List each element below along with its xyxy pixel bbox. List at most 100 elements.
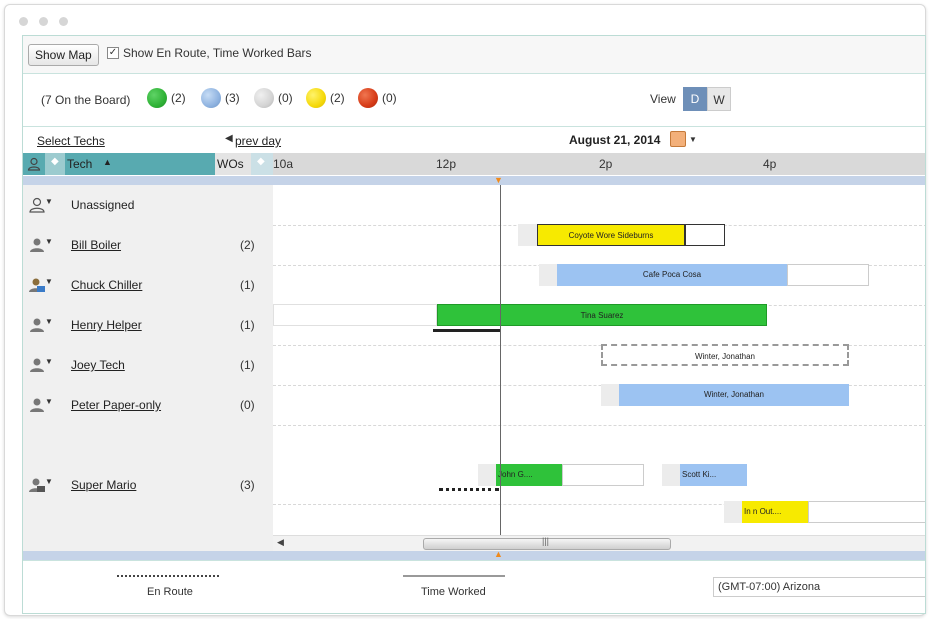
- person-icon: [30, 398, 44, 412]
- job-trail: [787, 264, 869, 286]
- select-techs-link[interactable]: Select Techs: [37, 134, 105, 148]
- wos-header-label: WOs: [217, 157, 244, 171]
- person-icon: [27, 157, 41, 171]
- view-week-button[interactable]: W: [707, 87, 731, 111]
- tech-name-link[interactable]: Peter Paper-only: [71, 398, 161, 412]
- tech-row[interactable]: ▼ Unassigned: [23, 185, 273, 225]
- calendar-icon[interactable]: [670, 131, 686, 147]
- sort-icon: ◆: [51, 156, 59, 167]
- job-bar-john[interactable]: John G....: [496, 464, 562, 486]
- job-stub: [478, 464, 496, 486]
- job-bar-coyote[interactable]: Coyote Wore Sideburns: [537, 224, 685, 246]
- show-bars-label: Show En Route, Time Worked Bars: [123, 46, 312, 60]
- job-bar-cafe[interactable]: Cafe Poca Cosa: [557, 264, 787, 286]
- prev-arrow-icon[interactable]: ◀: [225, 133, 233, 144]
- chevron-down-icon[interactable]: ▼: [45, 357, 53, 366]
- tech-column-header[interactable]: Tech ▲: [65, 153, 215, 175]
- job-trail: [685, 224, 725, 246]
- row-divider: [273, 425, 925, 426]
- close-dot-icon[interactable]: [19, 17, 28, 26]
- chevron-down-icon[interactable]: ▼: [45, 277, 53, 286]
- legend-count: (2): [330, 91, 345, 105]
- chevron-down-icon[interactable]: ▼: [45, 317, 53, 326]
- legend-count: (0): [278, 91, 293, 105]
- gray-status-icon: [254, 88, 274, 108]
- wo-count: (0): [240, 398, 255, 412]
- minimize-dot-icon[interactable]: [39, 17, 48, 26]
- maximize-dot-icon[interactable]: [59, 17, 68, 26]
- tech-row[interactable]: ▼ Peter Paper-only (0): [23, 385, 273, 425]
- tech-row[interactable]: ▼ Super Mario (3): [23, 465, 273, 505]
- legend-green[interactable]: (2): [147, 88, 186, 108]
- time-worked-line-sample: [403, 575, 505, 577]
- app-window: Show Map ✓ Show En Route, Time Worked Ba…: [4, 4, 926, 616]
- wos-column-header[interactable]: WOs: [215, 153, 251, 175]
- time-label: 10a: [273, 157, 294, 171]
- time-worked-bar: [433, 329, 500, 332]
- legend-blue[interactable]: (3): [201, 88, 240, 108]
- scrollbar-thumb[interactable]: |||: [423, 536, 671, 550]
- person-icon: [30, 318, 44, 332]
- tech-row[interactable]: ▼ Joey Tech (1): [23, 345, 273, 385]
- view-label: View: [650, 92, 676, 106]
- legend-red[interactable]: (0): [358, 88, 397, 108]
- tech-header-label: Tech: [67, 157, 93, 171]
- wos-sort-toggle[interactable]: ◆: [251, 153, 273, 175]
- tech-row[interactable]: ▼ Bill Boiler (2): [23, 225, 273, 265]
- tech-list: ▼ Unassigned ▼ Bill Boiler (2) ▼ Chuck C…: [23, 185, 273, 551]
- chevron-down-icon[interactable]: ▼: [45, 477, 53, 486]
- tech-name-link[interactable]: Super Mario: [71, 478, 136, 492]
- chevron-down-icon[interactable]: ▼: [45, 197, 53, 206]
- timezone-value: (GMT-07:00) Arizona: [718, 581, 821, 593]
- legend-count: (0): [382, 91, 397, 105]
- wo-count: (3): [240, 478, 255, 492]
- timezone-select[interactable]: (GMT-07:00) Arizona: [713, 577, 925, 597]
- chevron-down-icon[interactable]: ▼: [45, 397, 53, 406]
- legend-count: (2): [171, 91, 186, 105]
- current-time-line: [500, 185, 501, 551]
- on-board-count: (7 On the Board): [41, 93, 131, 107]
- chevron-down-icon[interactable]: ▼: [45, 237, 53, 246]
- job-bar-scott[interactable]: Scott Ki...: [680, 464, 747, 486]
- prev-day-link[interactable]: prev day: [235, 134, 281, 148]
- person-with-vehicle-icon: [29, 278, 45, 292]
- job-bar-winter-tentative[interactable]: Winter, Jonathan: [601, 344, 849, 366]
- job-stub: [662, 464, 680, 486]
- tech-name-link[interactable]: Henry Helper: [71, 318, 142, 332]
- legend-gray[interactable]: (0): [254, 88, 293, 108]
- now-marker-icon: ▼: [494, 175, 503, 185]
- green-status-icon: [147, 88, 167, 108]
- time-label: 4p: [763, 157, 777, 171]
- view-day-button[interactable]: D: [683, 87, 707, 111]
- time-label: 2p: [599, 157, 613, 171]
- red-status-icon: [358, 88, 378, 108]
- calendar-dropdown-icon[interactable]: ▼: [689, 135, 697, 144]
- person-icon: [30, 358, 44, 372]
- unassigned-person-icon: [29, 197, 45, 213]
- person-header-cell: [23, 153, 45, 175]
- job-bar-tina[interactable]: Tina Suarez: [437, 304, 767, 326]
- job-stub: [724, 501, 742, 523]
- tech-name-link[interactable]: Joey Tech: [71, 358, 125, 372]
- tech-name-link[interactable]: Bill Boiler: [71, 238, 121, 252]
- job-stub: [539, 264, 557, 286]
- timeline-bottom-border: ▲: [23, 549, 925, 560]
- tech-row[interactable]: ▼ Chuck Chiller (1): [23, 265, 273, 305]
- tech-row[interactable]: ▼ Henry Helper (1): [23, 305, 273, 345]
- horizontal-scrollbar[interactable]: ◀ |||: [273, 535, 925, 551]
- show-map-button[interactable]: Show Map: [28, 44, 99, 66]
- grip-icon: |||: [542, 536, 550, 546]
- job-bar-winter[interactable]: Winter, Jonathan: [619, 384, 849, 406]
- job-bar-innout[interactable]: In n Out....: [742, 501, 808, 523]
- en-route-line-sample: [117, 575, 219, 577]
- time-label: 12p: [436, 157, 457, 171]
- tech-name-link[interactable]: Chuck Chiller: [71, 278, 142, 292]
- job-trail: [562, 464, 644, 486]
- schedule-timeline[interactable]: Coyote Wore Sideburns Cafe Poca Cosa Tin…: [273, 185, 925, 551]
- grid-header: ◆ Tech ▲ WOs ◆ 10a 12p 2p 4p: [23, 153, 925, 175]
- tech-sort-toggle[interactable]: ◆: [45, 153, 65, 175]
- person-icon: [30, 238, 44, 252]
- show-bars-checkbox[interactable]: ✓: [107, 47, 119, 59]
- legend-yellow[interactable]: (2): [306, 88, 345, 108]
- scroll-left-icon[interactable]: ◀: [277, 537, 284, 548]
